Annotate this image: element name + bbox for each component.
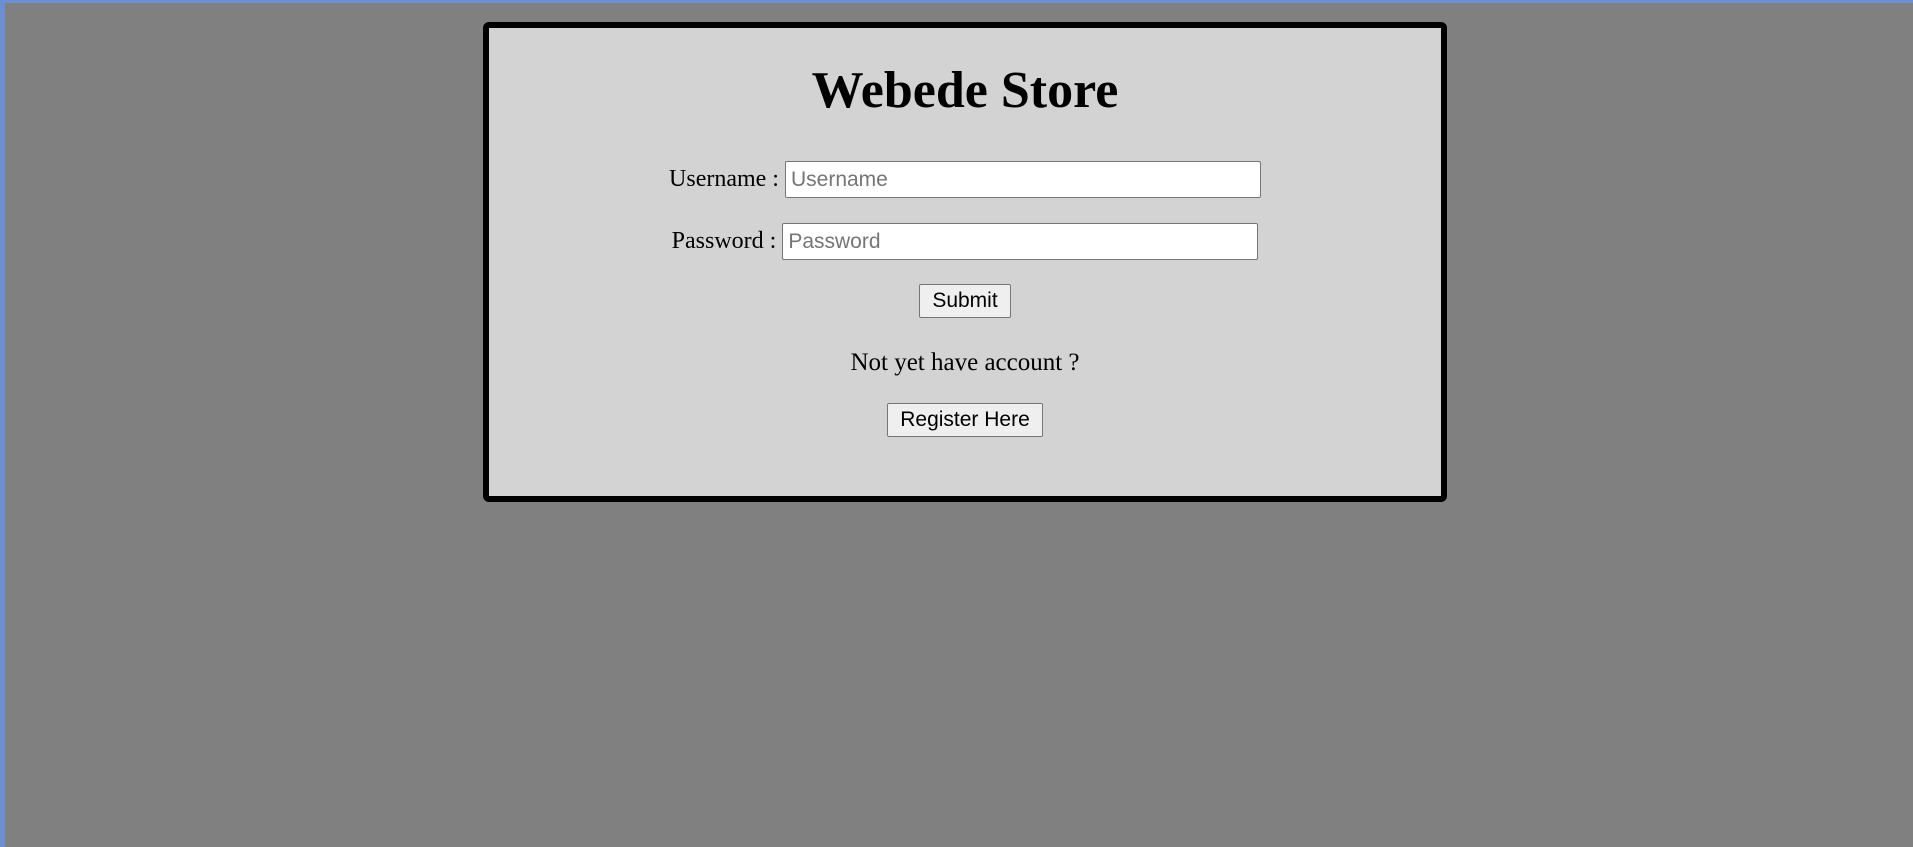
register-prompt: Not yet have account ? — [850, 349, 1080, 376]
password-row: Password : — [489, 223, 1441, 260]
register-row: Register Here — [489, 403, 1441, 437]
store-title: Webede Store — [811, 62, 1119, 119]
register-button[interactable]: Register Here — [887, 403, 1043, 437]
submit-row: Submit — [489, 284, 1441, 318]
login-card: Webede Store Username : Password : Submi… — [483, 22, 1447, 502]
username-label: Username : — [669, 166, 779, 192]
username-row: Username : — [489, 161, 1441, 198]
username-input[interactable] — [784, 161, 1261, 198]
submit-button[interactable]: Submit — [919, 284, 1011, 318]
password-input[interactable] — [782, 223, 1259, 260]
password-label: Password : — [671, 228, 777, 254]
